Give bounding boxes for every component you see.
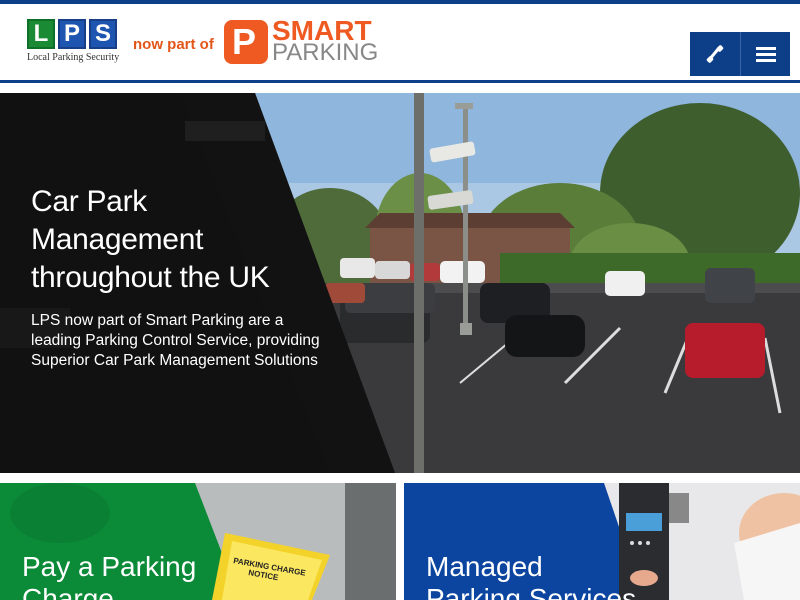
smart-parking-logo[interactable]: P SMART PARKING [224,17,379,66]
smart-parking-word-parking: PARKING [272,39,379,66]
pay-parking-charge-title: Pay a Parking Charge [22,551,242,600]
now-part-of-text: now part of [133,36,214,53]
hero-banner: Car Park Management throughout the UK LP… [0,93,800,473]
managed-parking-services-title: Managed Parking Services [426,551,646,600]
lps-logo-letter-s: S [89,19,117,49]
managed-parking-services-title-line-1: Managed [426,551,543,582]
hero-title: Car Park Management throughout the UK [31,183,321,297]
phone-button[interactable] [690,32,740,76]
menu-button[interactable] [740,32,790,76]
hero-title-line-3: throughout the UK [31,261,270,294]
lps-tagline: Local Parking Security [27,52,120,63]
hero-subtitle: LPS now part of Smart Parking are a lead… [31,312,320,369]
header-buttons [690,32,790,76]
smart-parking-p-icon: P [224,20,268,64]
header-divider [0,80,800,83]
hero-text-block: Car Park Management throughout the UK LP… [31,183,321,371]
managed-parking-services-card[interactable]: Managed Parking Services [404,483,800,600]
hamburger-menu-icon [755,44,776,65]
lps-logo-letter-l: L [27,19,55,49]
lps-logo-letter-p: P [58,19,86,49]
pay-parking-charge-title-line-1: Pay a Parking [22,551,197,582]
site-header: L P S Local Parking Security now part of… [0,4,800,80]
managed-parking-services-title-line-2: Parking Services [426,583,637,600]
pay-parking-charge-title-line-2: Charge [22,583,114,600]
hero-title-line-2: Management [31,223,204,256]
lps-logo[interactable]: L P S Local Parking Security [27,19,127,69]
hero-title-line-1: Car Park [31,185,147,218]
phone-icon [706,45,724,63]
pay-parking-charge-card[interactable]: PARKING CHARGE NOTICE Pay a Parking Char… [0,483,396,600]
